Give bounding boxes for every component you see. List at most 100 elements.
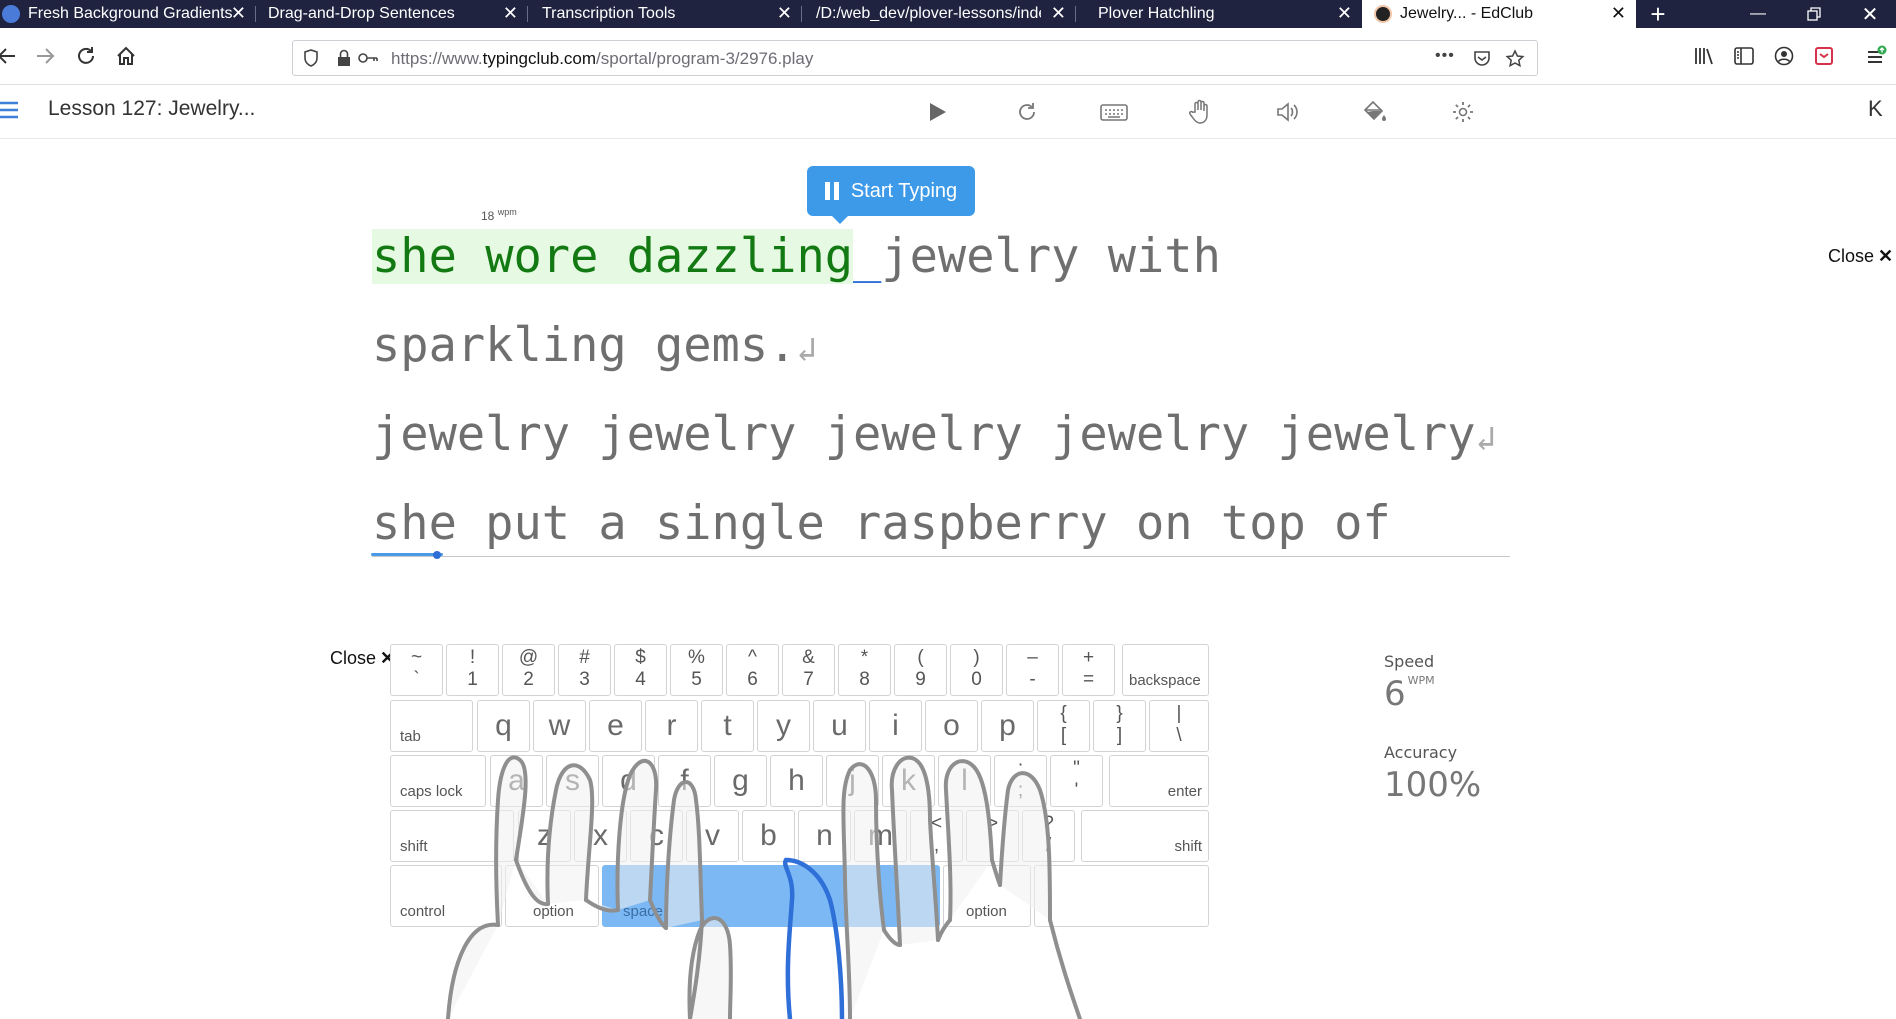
start-typing-tooltip[interactable]: Start Typing xyxy=(807,166,975,224)
keyboard-icon[interactable] xyxy=(1099,97,1129,127)
key-backtick[interactable]: ~ ` xyxy=(390,644,443,696)
bookmark-star-icon[interactable] xyxy=(1505,49,1525,74)
browser-tab[interactable]: /D:/web_dev/plover-lessons/index ✕ xyxy=(802,0,1076,28)
key-4[interactable]: $4 xyxy=(614,644,667,696)
key-3[interactable]: #3 xyxy=(558,644,611,696)
key-k[interactable]: k xyxy=(882,755,935,807)
key-h[interactable]: h xyxy=(770,755,823,807)
address-bar[interactable]: https://www.typingclub.com/sportal/progr… xyxy=(292,40,1538,76)
key-backslash[interactable]: | \ xyxy=(1149,700,1209,752)
key-right-shift[interactable]: shift xyxy=(1081,810,1209,862)
key-command[interactable] xyxy=(1034,865,1209,927)
forward-arrow-icon[interactable] xyxy=(30,40,62,72)
key-right-option[interactable]: option xyxy=(943,865,1031,927)
close-tab-icon[interactable]: ✕ xyxy=(1611,3,1626,24)
library-icon[interactable] xyxy=(1688,40,1720,72)
key-semicolon[interactable]: :; xyxy=(994,755,1047,807)
url-text[interactable]: https://www.typingclub.com/sportal/progr… xyxy=(391,49,813,69)
key-left-bracket[interactable]: {[ xyxy=(1037,700,1090,752)
key-permission-icon[interactable] xyxy=(357,49,379,72)
key-r[interactable]: r xyxy=(645,700,698,752)
key-t[interactable]: t xyxy=(701,700,754,752)
close-tab-icon[interactable]: ✕ xyxy=(1051,3,1066,24)
key-space[interactable]: space xyxy=(602,865,940,927)
key-w[interactable]: w xyxy=(533,700,586,752)
pocket-icon[interactable] xyxy=(1473,49,1491,72)
new-tab-button[interactable]: + xyxy=(1636,0,1680,29)
key-left-option[interactable]: option xyxy=(505,865,599,927)
settings-gear-icon[interactable] xyxy=(1448,97,1478,127)
key-equals[interactable]: + = xyxy=(1062,644,1115,696)
key-c[interactable]: c xyxy=(630,810,683,862)
restore-icon[interactable] xyxy=(1786,0,1842,28)
hand-icon[interactable] xyxy=(1186,97,1216,127)
sidebar-icon[interactable] xyxy=(1728,40,1760,72)
page-actions-icon[interactable]: ••• xyxy=(1435,47,1455,65)
key-m[interactable]: m xyxy=(854,810,907,862)
key-7[interactable]: & 7 xyxy=(782,644,835,696)
key-f[interactable]: f xyxy=(658,755,711,807)
user-avatar-initial[interactable]: K xyxy=(1868,96,1883,122)
key-x[interactable]: x xyxy=(574,810,627,862)
close-tab-icon[interactable]: ✕ xyxy=(503,3,518,24)
key-o[interactable]: o xyxy=(925,700,978,752)
key-a[interactable]: a xyxy=(490,755,543,807)
app-menu-icon[interactable] xyxy=(1860,40,1892,72)
browser-tab[interactable]: Plover Hatchling ✕ xyxy=(1076,0,1362,28)
close-text-panel-button[interactable]: Close ✕ xyxy=(1828,246,1893,267)
key-slash[interactable]: ? / xyxy=(1022,810,1075,862)
minimize-icon[interactable]: — xyxy=(1730,0,1786,28)
key-d[interactable]: d xyxy=(602,755,655,807)
browser-tab[interactable]: Transcription Tools ✕ xyxy=(528,0,802,28)
key-n[interactable]: n xyxy=(798,810,851,862)
key-y[interactable]: y xyxy=(757,700,810,752)
key-q[interactable]: q xyxy=(477,700,530,752)
speaker-icon[interactable] xyxy=(1273,97,1303,127)
key-g[interactable]: g xyxy=(714,755,767,807)
key-enter[interactable]: enter xyxy=(1109,755,1209,807)
key-8[interactable]: * 8 xyxy=(838,644,891,696)
close-tab-icon[interactable]: ✕ xyxy=(231,3,246,24)
key-v[interactable]: v xyxy=(686,810,739,862)
close-window-icon[interactable]: ✕ xyxy=(1842,0,1896,28)
key-e[interactable]: e xyxy=(589,700,642,752)
browser-tab-active[interactable]: Jewelry... - EdClub ✕ xyxy=(1362,0,1636,28)
key-b[interactable]: b xyxy=(742,810,795,862)
close-tab-icon[interactable]: ✕ xyxy=(777,3,792,24)
browser-tab[interactable]: Fresh Background Gradients | W ✕ xyxy=(0,0,256,28)
key-1[interactable]: ! 1 xyxy=(446,644,499,696)
paint-bucket-icon[interactable] xyxy=(1360,97,1390,127)
account-icon[interactable] xyxy=(1768,40,1800,72)
key-period[interactable]: >. xyxy=(966,810,1019,862)
key-2[interactable]: @2 xyxy=(502,644,555,696)
home-icon[interactable] xyxy=(110,40,142,72)
restart-icon[interactable] xyxy=(1012,97,1042,127)
shield-icon[interactable] xyxy=(303,49,319,72)
reload-icon[interactable] xyxy=(70,40,102,72)
key-quote[interactable]: " ' xyxy=(1050,755,1103,807)
key-z[interactable]: z xyxy=(518,810,571,862)
close-tab-icon[interactable]: ✕ xyxy=(1337,3,1352,24)
key-6[interactable]: ^ 6 xyxy=(726,644,779,696)
browser-tab[interactable]: Drag-and-Drop Sentences ✕ xyxy=(254,0,528,28)
key-5[interactable]: % 5 xyxy=(670,644,723,696)
key-minus[interactable]: – - xyxy=(1006,644,1059,696)
key-s[interactable]: s xyxy=(546,755,599,807)
key-j[interactable]: j xyxy=(826,755,879,807)
key-9[interactable]: (9 xyxy=(894,644,947,696)
key-l[interactable]: l xyxy=(938,755,991,807)
hamburger-menu-icon[interactable] xyxy=(0,99,20,121)
key-caps-lock[interactable]: caps lock xyxy=(390,755,486,807)
close-keyboard-button[interactable]: Close ✕ xyxy=(330,648,395,669)
back-arrow-icon[interactable] xyxy=(0,40,22,72)
key-control[interactable]: control xyxy=(390,865,502,927)
key-right-bracket[interactable]: }] xyxy=(1093,700,1146,752)
key-0[interactable]: ) 0 xyxy=(950,644,1003,696)
lock-icon[interactable] xyxy=(337,49,351,72)
play-icon[interactable] xyxy=(922,97,952,127)
key-backspace[interactable]: backspace xyxy=(1122,644,1209,696)
key-left-shift[interactable]: shift xyxy=(390,810,514,862)
pocket-extension-icon[interactable] xyxy=(1808,40,1840,72)
key-i[interactable]: i xyxy=(869,700,922,752)
key-u[interactable]: u xyxy=(813,700,866,752)
